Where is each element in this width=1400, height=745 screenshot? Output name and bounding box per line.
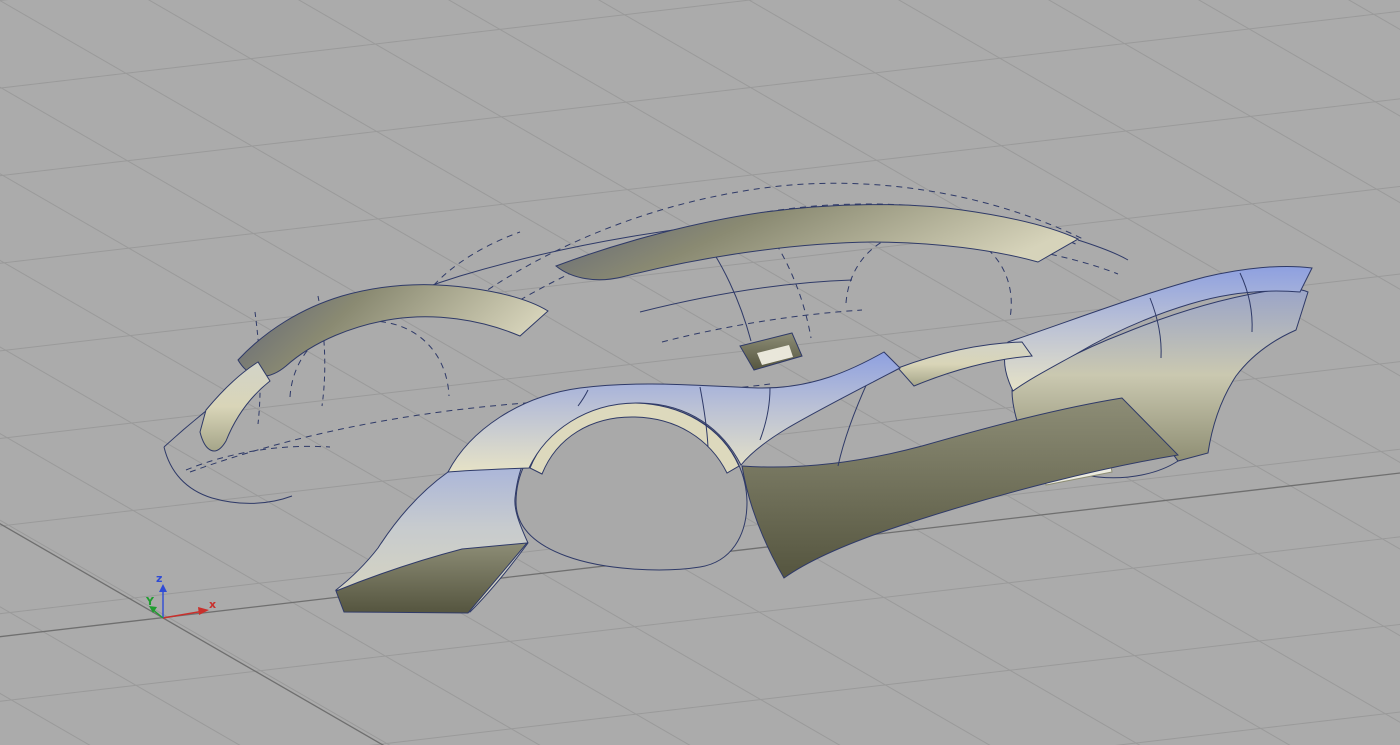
y-axis-label: Y [145, 595, 155, 608]
viewport-canvas[interactable]: x Y z [0, 0, 1400, 745]
3d-viewport[interactable]: x Y z [0, 0, 1400, 745]
x-axis-label: x [209, 598, 216, 611]
z-axis-label: z [156, 572, 162, 585]
